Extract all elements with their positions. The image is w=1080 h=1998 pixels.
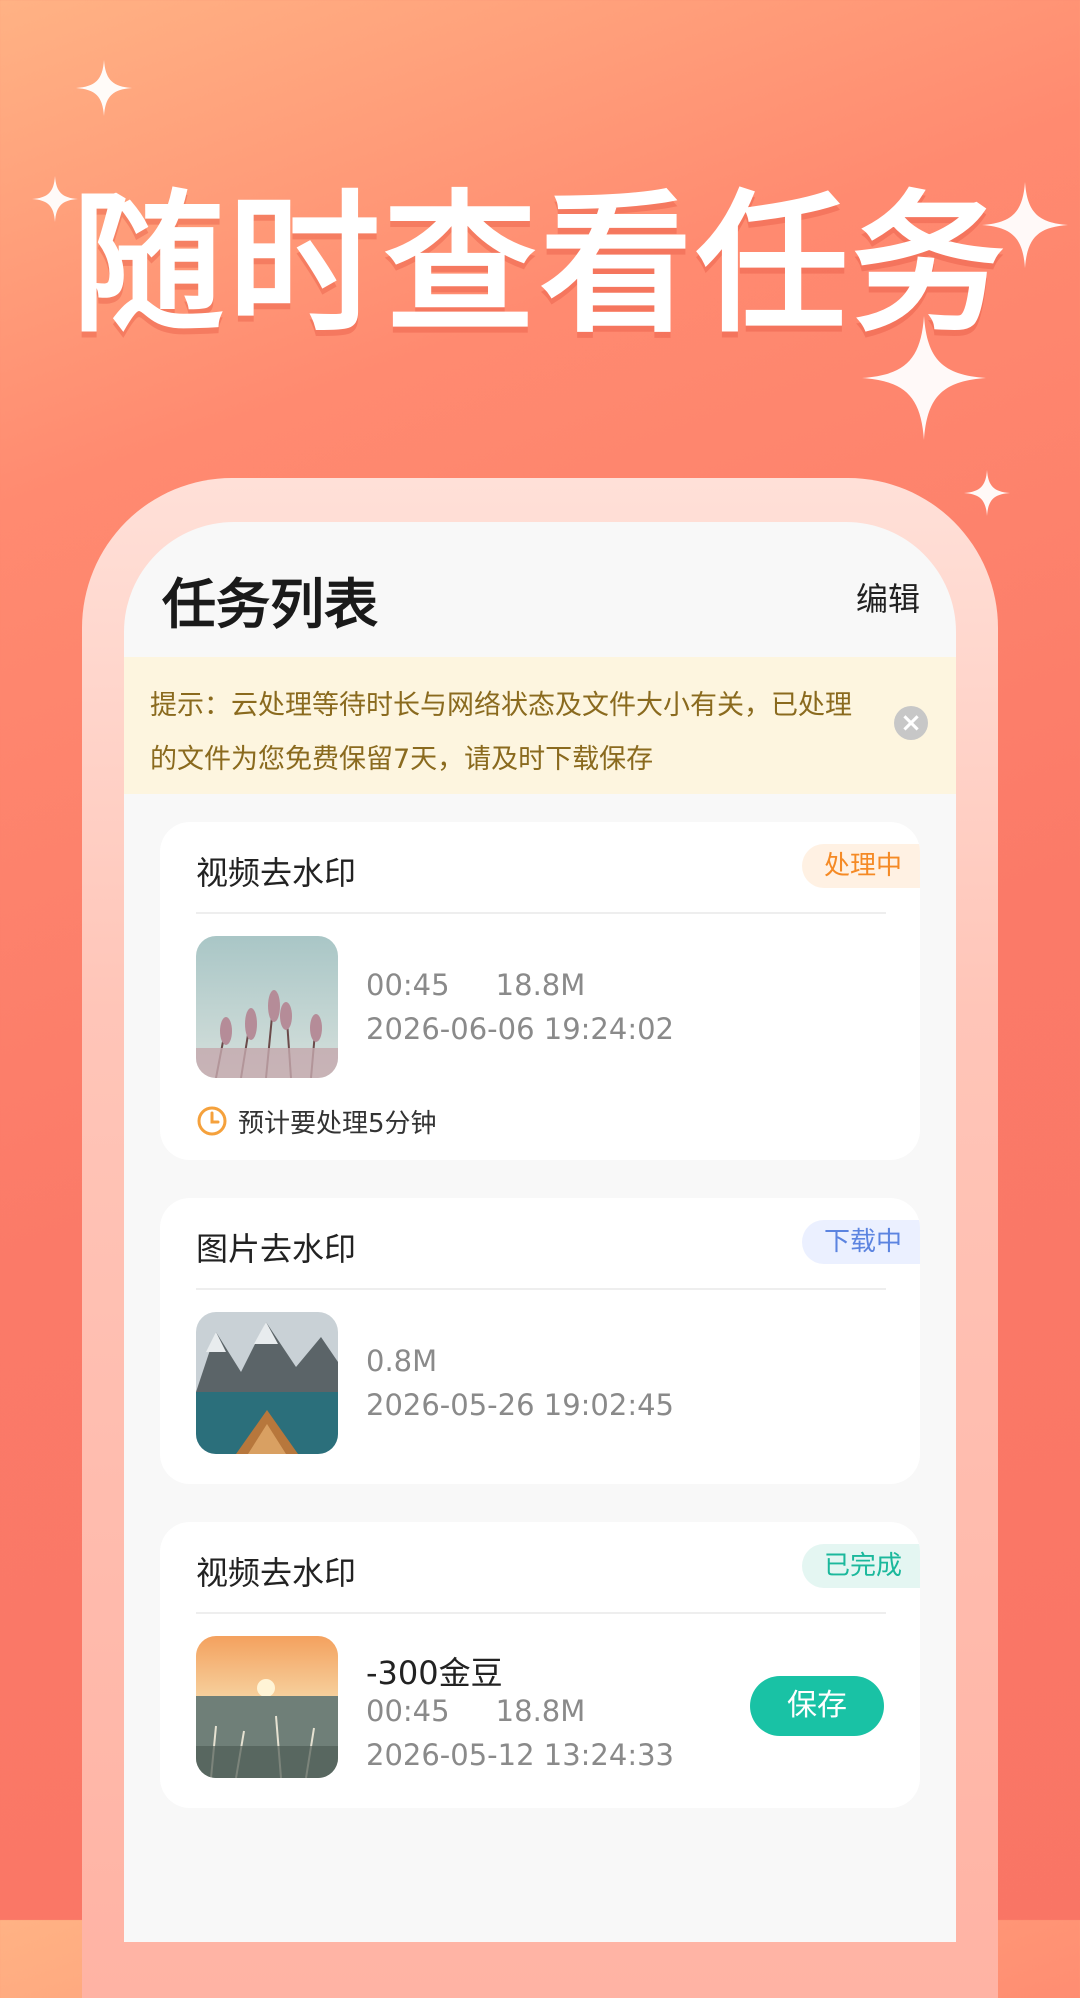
divider bbox=[196, 1288, 886, 1290]
hero-title: 随时查看任务 bbox=[72, 176, 1008, 353]
task-list-screen: 任务列表 编辑 提示：云处理等待时长与网络状态及文件大小有关，已处理的文件为您免… bbox=[124, 522, 956, 1942]
notice-text: 提示：云处理等待时长与网络状态及文件大小有关，已处理的文件为您免费保留7天，请及… bbox=[150, 690, 852, 775]
task-datetime: 2026-05-26 19:02:45 bbox=[366, 1388, 674, 1422]
task-title: 图片去水印 bbox=[196, 1230, 357, 1268]
eta: 预计要处理5分钟 bbox=[196, 1104, 437, 1139]
reeds-photo-thumbnail[interactable] bbox=[196, 936, 338, 1078]
task-title: 视频去水印 bbox=[196, 854, 357, 892]
sparkle-icon bbox=[76, 60, 132, 116]
save-button[interactable]: 保存 bbox=[750, 1676, 884, 1736]
edit-button[interactable]: 编辑 bbox=[856, 574, 920, 620]
file-size: 0.8M bbox=[366, 1344, 438, 1378]
status-badge: 处理中 bbox=[801, 844, 920, 888]
status-badge: 下载中 bbox=[801, 1220, 920, 1264]
divider bbox=[196, 1612, 886, 1614]
page-title: 任务列表 bbox=[162, 573, 378, 636]
lake-boat-photo-thumbnail[interactable] bbox=[196, 1312, 338, 1454]
notice-banner: 提示：云处理等待时长与网络状态及文件大小有关，已处理的文件为您免费保留7天，请及… bbox=[124, 657, 956, 794]
duration-size: 00:45 18.8M bbox=[366, 968, 586, 1002]
task-datetime: 2026-05-12 13:24:33 bbox=[366, 1738, 674, 1772]
gold-bean-cost: -300金豆 bbox=[366, 1654, 503, 1692]
status-badge: 已完成 bbox=[801, 1544, 920, 1588]
clock-icon bbox=[197, 1106, 227, 1136]
task-card[interactable]: 视频去水印 已完成 -300金豆 00:45 18.8M 2026-05-12 … bbox=[160, 1522, 920, 1808]
sparkle-icon bbox=[964, 470, 1010, 516]
task-title: 视频去水印 bbox=[196, 1554, 357, 1592]
task-card[interactable]: 视频去水印 处理中 00:45 18.8M 2026-06-06 19:24:0… bbox=[160, 822, 920, 1160]
task-datetime: 2026-06-06 19:24:02 bbox=[366, 1012, 674, 1046]
close-icon[interactable]: × bbox=[894, 706, 928, 740]
divider bbox=[196, 912, 886, 914]
duration-size: 00:45 18.8M bbox=[366, 1694, 586, 1728]
eta-text: 预计要处理5分钟 bbox=[238, 1108, 437, 1139]
task-card[interactable]: 图片去水印 下载中 0.8M 2026-05-26 19:02:45 bbox=[160, 1198, 920, 1484]
sunset-field-photo-thumbnail[interactable] bbox=[196, 1636, 338, 1778]
header: 任务列表 编辑 bbox=[124, 522, 956, 657]
